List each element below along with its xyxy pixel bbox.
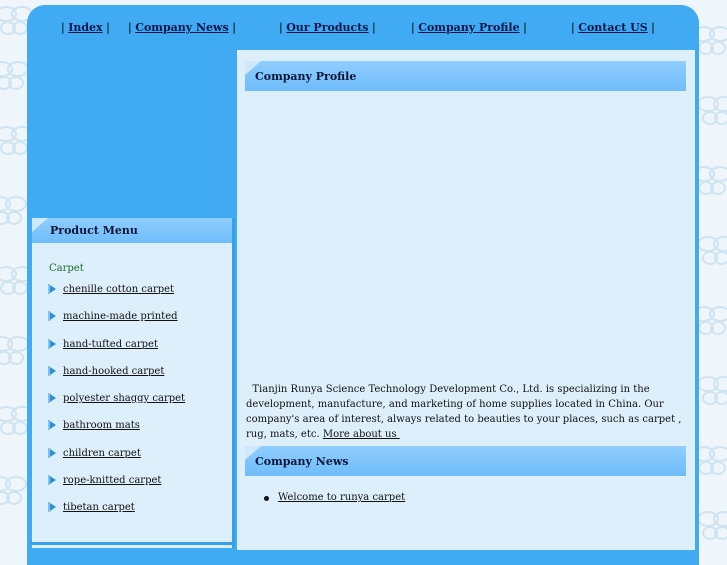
nav-link-contact-us[interactable]: Contact US [578,21,647,34]
nav-contact-us: | Contact US | [571,21,655,34]
arrow-right-icon [50,448,56,457]
menu-link-rope-knitted-carpet[interactable]: rope-knitted carpet [63,475,161,486]
header-notch [32,218,48,232]
news-item: Welcome to runya carpet [262,492,405,503]
product-menu-title: Product Menu [50,224,138,237]
nav-separator: | [128,21,132,34]
menu-link-children-carpet[interactable]: children carpet [63,448,141,459]
nav-company-profile: | Company Profile | [411,21,527,34]
arrow-right-icon [50,421,56,430]
nav-separator: | [411,21,415,34]
arrow-right-icon [50,312,56,321]
arrow-right-icon [50,366,56,375]
menu-link-machine-made-printed[interactable]: machine-made printed [63,311,178,322]
company-profile-header: Company Profile [245,61,686,91]
menu-link-chenille-cotton-carpet[interactable]: chenille cotton carpet [63,284,174,295]
nav-separator: | [372,21,376,34]
nav-separator: | [523,21,527,34]
arrow-right-icon [50,394,56,403]
arrow-right-icon [50,476,56,485]
menu-link-polyester-shaggy-carpet[interactable]: polyester shaggy carpet [63,393,185,404]
nav-company-news: | Company News | [128,21,236,34]
nav-separator: | [279,21,283,34]
company-profile-text: Tianjin Runya Science Technology Develop… [246,382,690,442]
profile-paragraph: Tianjin Runya Science Technology Develop… [246,384,682,440]
arrow-right-icon [50,339,56,348]
arrow-right-icon [50,285,56,293]
nav-separator: | [106,21,110,34]
nav-separator: | [232,21,236,34]
nav-link-company-profile[interactable]: Company Profile [418,21,519,34]
more-about-us-link[interactable]: More about us [323,429,397,440]
bullet-icon [264,496,269,501]
menu-link-tibetan-carpet[interactable]: tibetan carpet [63,502,135,513]
menu-link-hand-hooked-carpet[interactable]: hand-hooked carpet [63,366,164,377]
news-link[interactable]: Welcome to runya carpet [278,492,405,503]
nav-link-index[interactable]: Index [68,21,102,34]
category-label: Carpet [49,263,84,274]
nav-separator: | [651,21,655,34]
nav-index: | Index | [61,21,110,34]
company-profile-title: Company Profile [255,70,357,83]
nav-our-products: | Our Products | [279,21,376,34]
company-news-header: Company News [245,446,686,476]
menu-link-hand-tufted-carpet[interactable]: hand-tufted carpet [63,339,158,350]
top-navigation: | Index | | Company News | | Our Product… [0,21,727,37]
news-list: Welcome to runya carpet [262,492,405,503]
nav-separator: | [61,21,65,34]
nav-link-company-news[interactable]: Company News [135,21,228,34]
product-menu-header: Product Menu [32,218,232,243]
nav-link-our-products[interactable]: Our Products [286,21,368,34]
menu-link-bathroom-mats[interactable]: bathroom mats [63,420,140,431]
arrow-right-icon [50,503,56,512]
nav-separator: | [571,21,575,34]
company-news-title: Company News [255,455,349,468]
